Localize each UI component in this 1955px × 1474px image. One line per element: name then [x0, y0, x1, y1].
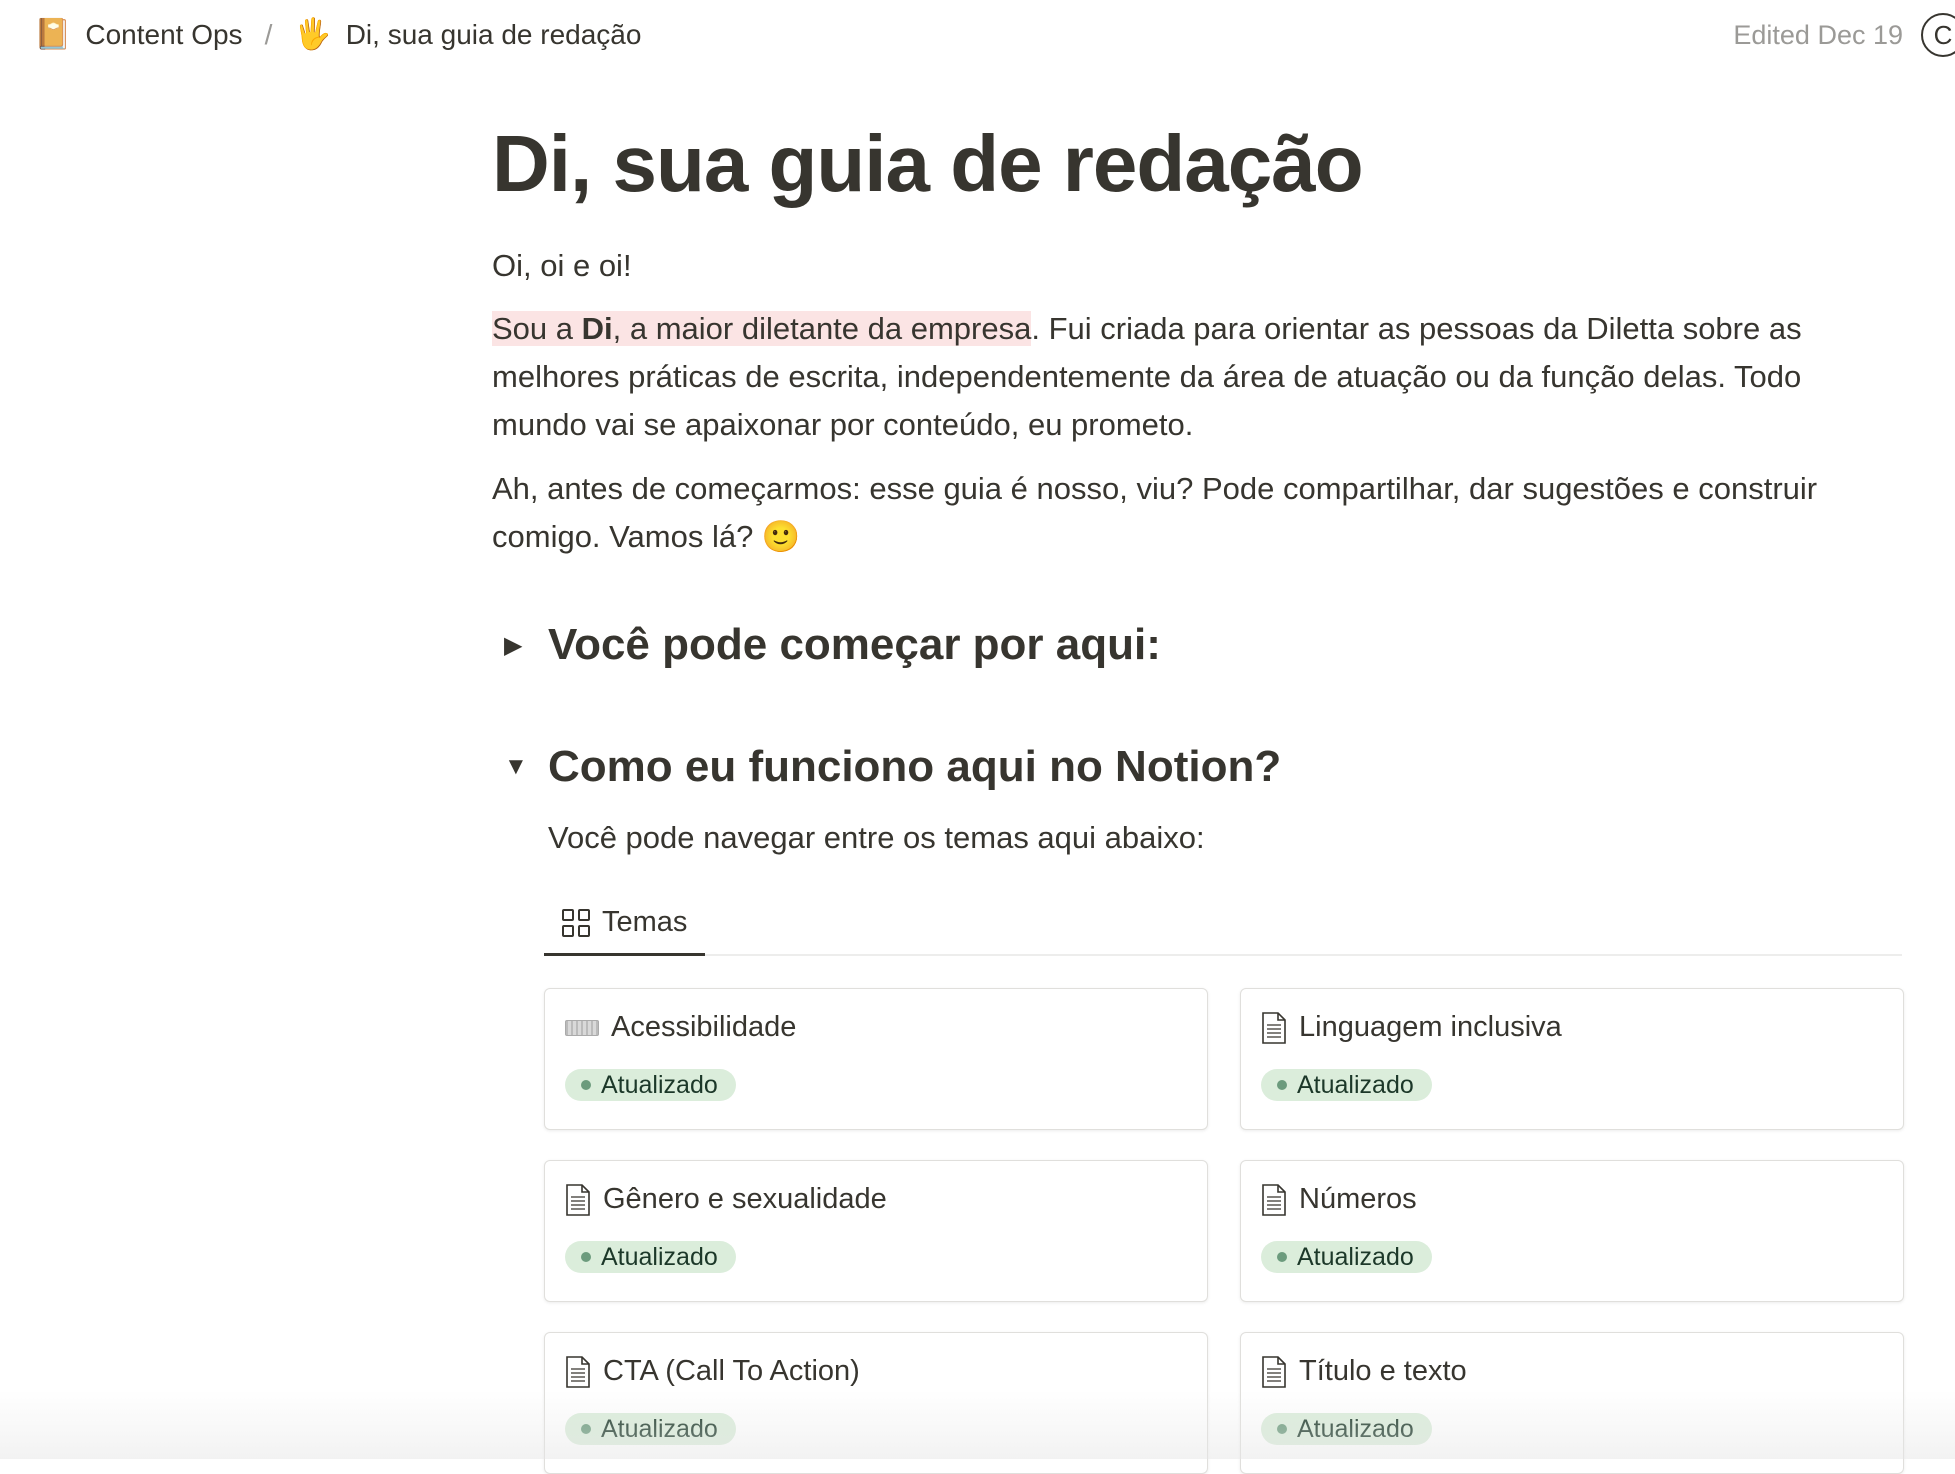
toggle-heading-label: Como eu funciono aqui no Notion? — [548, 742, 1282, 791]
database-view-tabs: Temas — [544, 892, 1902, 956]
greeting-paragraph[interactable]: Oi, oi e oi! — [492, 242, 1902, 290]
status-label: Atualizado — [601, 1242, 718, 1271]
status-label: Atualizado — [1297, 1414, 1414, 1443]
closing-paragraph[interactable]: Ah, antes de começarmos: esse guia é nos… — [492, 465, 1902, 561]
topbar-right: Edited Dec 19 C — [1733, 13, 1955, 57]
intro-name: Di — [581, 311, 613, 346]
card-title-text: Linguagem inclusiva — [1299, 1011, 1562, 1043]
card-title-text: CTA (Call To Action) — [603, 1355, 860, 1387]
card-numeros[interactable]: Números Atualizado — [1240, 1160, 1904, 1302]
intro-highlight-rest: , a maior diletante da empresa — [612, 311, 1032, 346]
intro-prefix: Sou a — [492, 311, 582, 346]
toggle-heading-label: Você pode começar por aqui: — [548, 620, 1161, 669]
tab-label: Temas — [602, 906, 688, 938]
status-badge: Atualizado — [565, 1241, 736, 1273]
page-title[interactable]: Di, sua guia de redação — [492, 118, 1364, 210]
toggle-right-arrow-icon[interactable]: ▶ — [492, 631, 548, 660]
navigation-hint[interactable]: Você pode navegar entre os temas aqui ab… — [548, 820, 1205, 856]
card-title: Linguagem inclusiva — [1261, 1011, 1562, 1044]
highlighted-text: Sou a Di, a maior diletante da empresa — [492, 311, 1032, 346]
card-genero-e-sexualidade[interactable]: Gênero e sexualidade Atualizado — [544, 1160, 1208, 1302]
card-title: Título e texto — [1261, 1355, 1467, 1388]
status-badge: Atualizado — [1261, 1413, 1432, 1445]
card-title: Acessibilidade — [565, 1011, 796, 1044]
notebook-icon: 📔 — [34, 18, 72, 51]
keyboard-icon — [565, 1019, 599, 1036]
status-badge: Atualizado — [565, 1069, 736, 1101]
breadcrumb-label: Content Ops — [85, 19, 243, 50]
card-cta[interactable]: CTA (Call To Action) Atualizado — [544, 1332, 1208, 1474]
document-icon — [1262, 1355, 1286, 1388]
status-badge: Atualizado — [1261, 1069, 1432, 1101]
status-dot — [1277, 1252, 1287, 1262]
card-title: Gênero e sexualidade — [565, 1183, 887, 1216]
card-linguagem-inclusiva[interactable]: Linguagem inclusiva Atualizado — [1240, 988, 1904, 1130]
breadcrumb-separator: / — [264, 19, 273, 50]
status-dot — [1277, 1424, 1287, 1434]
breadcrumb-item-current-page[interactable]: 🖐 Di, sua guia de redação — [294, 19, 641, 51]
breadcrumb: 📔 Content Ops / 🖐 Di, sua guia de redaçã… — [34, 19, 641, 51]
status-dot — [1277, 1080, 1287, 1090]
intro-paragraph[interactable]: Sou a Di, a maior diletante da empresa. … — [492, 305, 1902, 449]
card-title-text: Gênero e sexualidade — [603, 1183, 887, 1215]
card-title-text: Números — [1299, 1183, 1417, 1215]
status-dot — [581, 1424, 591, 1434]
card-title: CTA (Call To Action) — [565, 1355, 860, 1388]
gallery-grid-icon — [562, 908, 590, 937]
status-label: Atualizado — [1297, 1242, 1414, 1271]
avatar[interactable]: C — [1921, 13, 1955, 57]
status-label: Atualizado — [601, 1414, 718, 1443]
breadcrumb-label: Di, sua guia de redação — [345, 19, 642, 50]
status-dot — [581, 1252, 591, 1262]
status-label: Atualizado — [1297, 1070, 1414, 1099]
document-icon — [566, 1355, 590, 1388]
topbar: 📔 Content Ops / 🖐 Di, sua guia de redaçã… — [0, 0, 1955, 70]
tab-temas[interactable]: Temas — [544, 892, 706, 956]
document-icon — [1262, 1011, 1286, 1044]
status-badge: Atualizado — [1261, 1241, 1432, 1273]
card-title-text: Acessibilidade — [611, 1011, 797, 1043]
document-icon — [566, 1183, 590, 1216]
card-acessibilidade[interactable]: Acessibilidade Atualizado — [544, 988, 1208, 1130]
edited-timestamp: Edited Dec 19 — [1733, 19, 1903, 50]
breadcrumb-item-content-ops[interactable]: 📔 Content Ops — [34, 19, 243, 51]
hand-icon: 🖐 — [294, 18, 332, 51]
toggle-heading-how-it-works[interactable]: ▼ Como eu funciono aqui no Notion? — [492, 742, 1281, 792]
document-icon — [1262, 1183, 1286, 1216]
card-title-text: Título e texto — [1299, 1355, 1467, 1387]
card-title: Números — [1261, 1183, 1417, 1216]
status-dot — [581, 1080, 591, 1090]
toggle-heading-start-here[interactable]: ▶ Você pode começar por aqui: — [492, 620, 1161, 670]
card-titulo-e-texto[interactable]: Título e texto Atualizado — [1240, 1332, 1904, 1474]
toggle-down-arrow-icon[interactable]: ▼ — [492, 753, 548, 781]
status-badge: Atualizado — [565, 1413, 736, 1445]
status-label: Atualizado — [601, 1070, 718, 1099]
